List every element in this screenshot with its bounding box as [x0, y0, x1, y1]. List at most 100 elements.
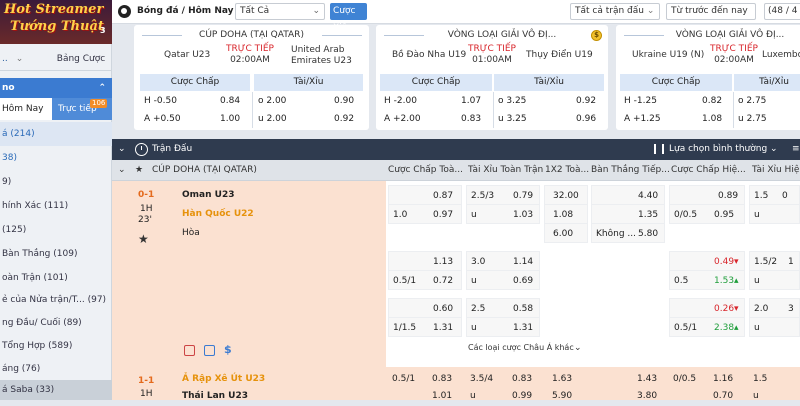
- sidebar-item[interactable]: oàn Trận (101): [0, 266, 112, 290]
- odds-value[interactable]: 1.31: [433, 318, 453, 338]
- coin-icon[interactable]: $: [591, 30, 602, 41]
- odds-line: o 2.75: [738, 96, 767, 106]
- divider: [493, 92, 494, 128]
- sidebar-item[interactable]: Tổng Hợp (589): [0, 334, 112, 358]
- sidebar-item[interactable]: ẻ của Nửa trận/T... (97): [0, 288, 112, 312]
- odds-line: u: [471, 323, 477, 333]
- odds-value[interactable]: 3: [788, 299, 794, 319]
- view-select[interactable]: Lựa chọn bình thường ⌄: [669, 139, 778, 160]
- sidebar-item[interactable]: á (214): [0, 122, 112, 146]
- featured-match-card[interactable]: VÒNG LOẠI GIẢI VÔ ĐỊ... Bồ Đào Nha U19 T…: [376, 25, 608, 130]
- chevron-down-icon[interactable]: ⌄: [118, 139, 126, 160]
- logo-line2: Tướng Thuật: [10, 19, 104, 34]
- sort-select[interactable]: Từ trước đến nay ⌄: [666, 3, 756, 31]
- sidebar-tab-sports-label: ..: [2, 54, 8, 64]
- stats-icon[interactable]: [184, 345, 195, 356]
- match-half: 1H: [140, 389, 153, 399]
- sidebar-item[interactable]: 38): [0, 146, 112, 170]
- odds-value[interactable]: 1.03: [513, 205, 533, 225]
- odds-value[interactable]: 1.01: [432, 386, 452, 406]
- odds-value[interactable]: 0.97: [433, 205, 453, 225]
- odds-line: 1.0: [393, 210, 408, 220]
- sidebar-item[interactable]: 9): [0, 170, 112, 194]
- odds-value[interactable]: 0.60: [433, 299, 453, 319]
- featured-match-card[interactable]: VÒNG LOẠI GIẢI VÔ ĐỊ... Ukraine U19 (N) …: [616, 25, 800, 130]
- card-league: CÚP DOHA (TẠI QATAR): [199, 30, 304, 40]
- match-filter-value: Tất cả trận đấu: [575, 6, 644, 16]
- odds-value[interactable]: 0.92: [576, 92, 596, 110]
- odds-value[interactable]: 0.58: [513, 299, 533, 319]
- odds-value[interactable]: 1: [788, 252, 794, 272]
- clock-icon: [135, 143, 148, 156]
- sidebar-section-title: no: [2, 83, 15, 93]
- odds-value[interactable]: 0.90: [334, 92, 354, 110]
- dollar-icon[interactable]: $: [224, 340, 232, 360]
- odds-value[interactable]: 0.95: [714, 205, 734, 225]
- odds-line: H -1.25: [624, 96, 657, 106]
- odds-value[interactable]: 6.00: [553, 224, 573, 244]
- odds-value[interactable]: 0.69: [513, 271, 533, 291]
- card-time: 01:00AM: [472, 55, 512, 65]
- sidebar-item[interactable]: (125): [0, 218, 112, 242]
- menu-icon[interactable]: ≡: [792, 139, 800, 160]
- odds-value[interactable]: 1.35: [638, 205, 658, 225]
- star-icon[interactable]: ★: [138, 229, 149, 249]
- odds-value[interactable]: 1.53▴: [714, 271, 739, 291]
- filter-icon[interactable]: [654, 144, 664, 154]
- logo-line1: Hot Streamer: [4, 2, 104, 17]
- odds-value[interactable]: 0.87: [433, 186, 453, 206]
- odds-value[interactable]: 0.92: [334, 110, 354, 128]
- odds-line: Không ...: [596, 229, 636, 239]
- odds-value[interactable]: 0: [782, 186, 788, 206]
- odds-value[interactable]: 4.40: [638, 186, 658, 206]
- sidebar-item[interactable]: áng (76): [0, 357, 112, 381]
- sidebar-item[interactable]: á Saba (33): [0, 380, 112, 400]
- chevron-down-icon[interactable]: ⌄: [118, 160, 126, 181]
- sidebar-tab-bets[interactable]: Bảng Cược: [50, 48, 112, 70]
- odds-value[interactable]: 1.08: [553, 205, 573, 225]
- other-bets-toggle[interactable]: Các loại cược Châu Á khác ⌄: [386, 338, 800, 358]
- odds-value[interactable]: 0.49▾: [714, 252, 739, 272]
- subtab-today[interactable]: Hôm Nay: [0, 98, 52, 120]
- chevron-down-icon: ⌄: [770, 144, 778, 154]
- parlay-button[interactable]: Cược Xiên ›: [330, 3, 367, 33]
- odds-value[interactable]: 0.84: [220, 92, 240, 110]
- odds-value[interactable]: 1.00: [220, 110, 240, 128]
- featured-match-card[interactable]: CÚP DOHA (TẠI QATAR) Qatar U23 TRỰC TIẾP…: [134, 25, 369, 130]
- odds-value[interactable]: 32.00: [553, 186, 579, 206]
- odds-value[interactable]: 0.72: [433, 271, 453, 291]
- sidebar-item[interactable]: hính Xác (111): [0, 194, 112, 218]
- odds-value[interactable]: 0.99: [512, 386, 532, 406]
- odds-value[interactable]: 5.90: [552, 386, 572, 406]
- odds-line: u: [754, 210, 760, 220]
- tv-icon[interactable]: [204, 345, 215, 356]
- odds-value[interactable]: 5.80: [638, 224, 658, 244]
- market-select[interactable]: Tất Cả ⌄: [235, 3, 325, 20]
- odds-value[interactable]: 1.31: [513, 318, 533, 338]
- sidebar-tab-sports[interactable]: .. ⌄: [0, 48, 50, 70]
- odds-value[interactable]: 0.79: [513, 186, 533, 206]
- odds-line: o 3.25: [498, 96, 527, 106]
- odds-value[interactable]: 0.96: [576, 110, 596, 128]
- odds-value[interactable]: 1.14: [513, 252, 533, 272]
- odds-line: 2.5/3: [471, 191, 495, 201]
- odds-value[interactable]: 1.07: [461, 92, 481, 110]
- odds-value[interactable]: 3.80: [637, 386, 657, 406]
- odds-value[interactable]: 2.38▴: [714, 318, 739, 338]
- odds-value[interactable]: 0.26▾: [714, 299, 739, 319]
- odds-value[interactable]: 1.13: [433, 252, 453, 272]
- odds-line: o 2.00: [258, 96, 287, 106]
- streamer-logo[interactable]: Hot Streamer Tướng Thuật 3: [0, 0, 112, 44]
- odds-value[interactable]: 0.83: [461, 110, 481, 128]
- pager[interactable]: (48 / 4: [764, 3, 800, 20]
- odds-value[interactable]: 0.70: [713, 386, 733, 406]
- star-icon[interactable]: ★: [135, 160, 143, 181]
- odds-line: 1.5: [754, 191, 769, 201]
- odds-value[interactable]: 0.82: [702, 92, 722, 110]
- sidebar-item[interactable]: ng Đầu/ Cuối (89): [0, 311, 112, 335]
- odds-value[interactable]: 0.89: [718, 186, 738, 206]
- sidebar-item[interactable]: Bàn Thắng (109): [0, 242, 112, 266]
- sidebar-section-header[interactable]: no ⌃: [0, 78, 112, 98]
- match-filter-select[interactable]: Tất cả trận đấu ⌄: [570, 3, 660, 20]
- odds-value[interactable]: 1.08: [702, 110, 722, 128]
